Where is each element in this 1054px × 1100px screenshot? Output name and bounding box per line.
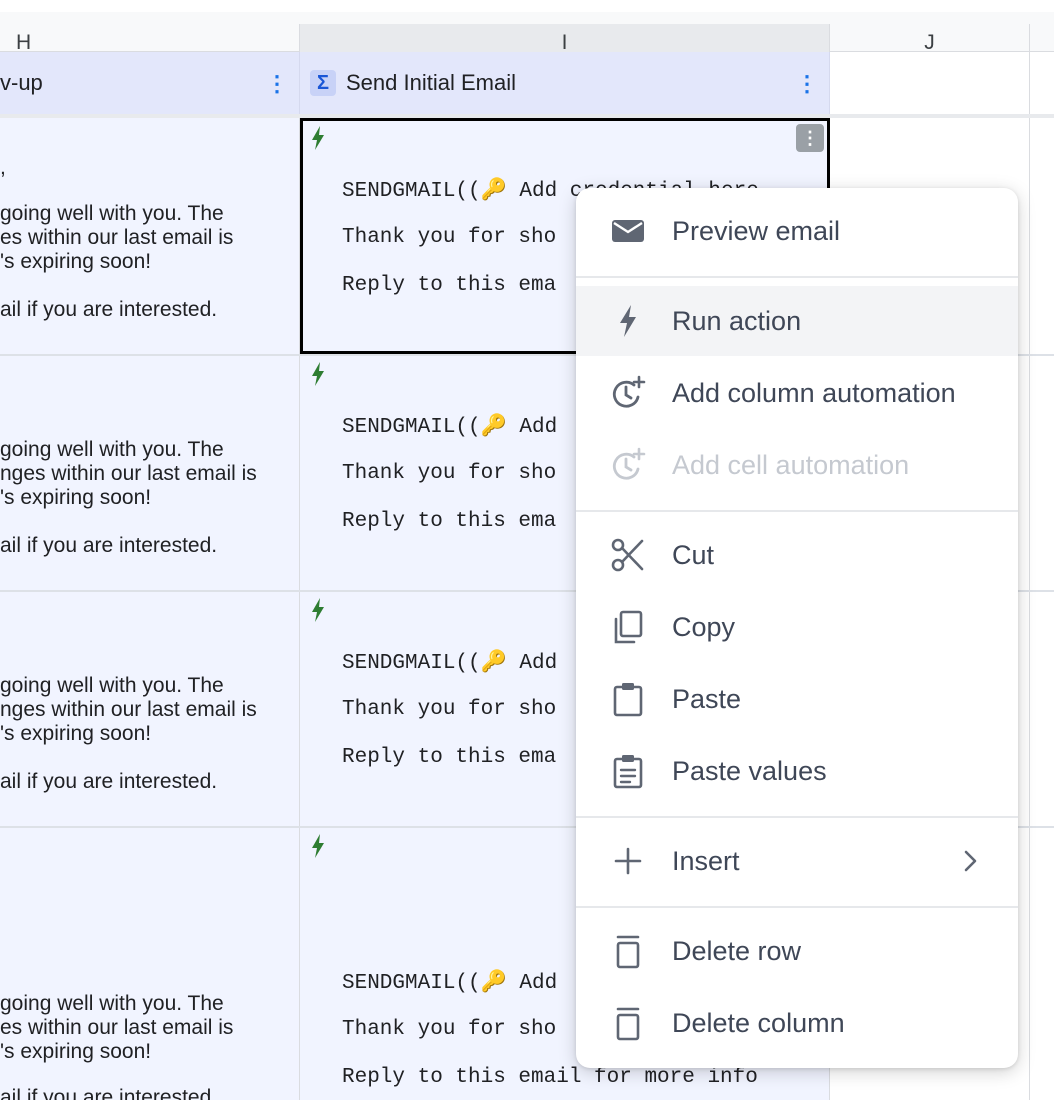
cell-text-line: going well with you. The xyxy=(0,202,224,225)
trash-icon xyxy=(616,1007,640,1041)
clock-plus-icon xyxy=(612,447,646,480)
copy-icon xyxy=(614,610,643,644)
menu-divider xyxy=(576,276,1018,278)
cell-h[interactable]: going well with you. The es within our l… xyxy=(0,828,300,1100)
lightning-icon xyxy=(312,598,324,622)
menu-item-label: Delete column xyxy=(672,1008,845,1038)
menu-item-label: Cut xyxy=(672,540,715,570)
column-menu-icon[interactable]: ⋮ xyxy=(266,72,288,96)
field-header-j[interactable] xyxy=(830,52,1030,114)
cell-text-line: es within our last email is xyxy=(0,226,234,249)
cell-text-line: nges within our last email is xyxy=(0,698,257,721)
menu-item-label: Add cell automation xyxy=(672,450,910,480)
cell-text-line: ail if you are interested. xyxy=(0,1086,218,1100)
field-label-i: Send Initial Email xyxy=(346,70,516,95)
scissors-icon xyxy=(611,538,644,572)
lightning-icon xyxy=(312,362,324,386)
cell-formula-line: SENDGMAIL((🔑 Add xyxy=(342,416,558,439)
cell-formula-line: SENDGMAIL((🔑 Add xyxy=(342,652,558,675)
clipboard-icon xyxy=(613,683,643,717)
menu-divider xyxy=(576,906,1018,908)
menu-item-run-action[interactable]: Run action xyxy=(576,286,1018,356)
menu-divider xyxy=(576,816,1018,818)
menu-item-label: Preview email xyxy=(672,216,841,246)
plus-icon xyxy=(614,847,642,875)
field-header-row: v-up ⋮ Σ Send Initial Email ⋮ xyxy=(0,52,1054,118)
cell-formula-line: Thank you for sho xyxy=(342,698,557,721)
formula-sigma-icon: Σ xyxy=(310,70,336,96)
menu-item-add-column-automation[interactable]: Add column automation xyxy=(576,358,1018,428)
cell-formula-line: Thank you for sho xyxy=(342,226,557,249)
cell-formula-line: Reply to this ema xyxy=(342,274,557,297)
cell-formula-line: Thank you for sho xyxy=(342,462,557,485)
menu-item-label: Run action xyxy=(672,306,802,336)
menu-item-delete-row[interactable]: Delete row xyxy=(576,916,1018,986)
cell-text-line: 's expiring soon! xyxy=(0,250,152,273)
cell-h[interactable]: , going well with you. The es within our… xyxy=(0,118,300,354)
cell-text-line: going well with you. The xyxy=(0,438,224,461)
cell-text-line: 's expiring soon! xyxy=(0,722,152,745)
menu-item-paste[interactable]: Paste xyxy=(576,664,1018,734)
menu-item-label: Add column automation xyxy=(672,378,956,408)
trash-icon xyxy=(616,935,640,969)
column-letter-bar: H I J xyxy=(0,0,1054,64)
menu-item-label: Paste xyxy=(672,684,742,714)
lightning-icon xyxy=(620,305,636,337)
envelope-icon xyxy=(612,220,644,242)
cell-formula-line: Reply to this email for more info xyxy=(342,1066,758,1089)
chevron-right-icon xyxy=(964,850,977,872)
menu-item-add-cell-automation: Add cell automation xyxy=(576,430,1018,500)
cell-h[interactable]: going well with you. The nges within our… xyxy=(0,356,300,590)
cell-h[interactable]: going well with you. The nges within our… xyxy=(0,592,300,826)
menu-divider xyxy=(576,510,1018,512)
clipboard-list-icon xyxy=(613,755,643,789)
context-menu: Preview email Run action Add column auto… xyxy=(576,188,1018,1068)
menu-item-insert[interactable]: Insert xyxy=(576,826,1018,896)
menu-item-preview-email[interactable]: Preview email xyxy=(576,196,1018,266)
cell-menu-icon[interactable]: ⋮ xyxy=(796,124,824,152)
lightning-icon xyxy=(312,834,324,858)
field-header-i[interactable]: Σ Send Initial Email ⋮ xyxy=(300,52,830,114)
cell-formula-line: Reply to this ema xyxy=(342,746,557,769)
field-label-h: v-up xyxy=(0,70,43,95)
cell-formula-line: Thank you for sho xyxy=(342,1018,557,1041)
cell-text-line: going well with you. The xyxy=(0,674,224,697)
cell-text-line: nges within our last email is xyxy=(0,462,257,485)
menu-item-cut[interactable]: Cut xyxy=(576,520,1018,590)
menu-item-paste-values[interactable]: Paste values xyxy=(576,736,1018,806)
cell-text-line: es within our last email is xyxy=(0,1016,234,1039)
cell-text-line: ail if you are interested. xyxy=(0,770,218,793)
menu-item-copy[interactable]: Copy xyxy=(576,592,1018,662)
menu-item-label: Delete row xyxy=(672,936,802,966)
cell-formula-line: SENDGMAIL((🔑 Add xyxy=(342,972,558,995)
cell-text-line: ail if you are interested. xyxy=(0,298,218,321)
menu-item-label: Copy xyxy=(672,612,736,642)
cell-text-line: , xyxy=(0,156,6,179)
lightning-icon xyxy=(312,126,324,150)
column-menu-icon[interactable]: ⋮ xyxy=(796,72,818,96)
cell-text-line: ail if you are interested. xyxy=(0,534,218,557)
field-header-h[interactable]: v-up ⋮ xyxy=(0,52,300,114)
cell-text-line: going well with you. The xyxy=(0,992,224,1015)
menu-item-label: Paste values xyxy=(672,756,827,786)
cell-text-line: 's expiring soon! xyxy=(0,1040,152,1063)
menu-item-label: Insert xyxy=(672,846,740,876)
clock-plus-icon xyxy=(612,375,646,408)
menu-item-delete-column[interactable]: Delete column xyxy=(576,988,1018,1058)
cell-text-line: 's expiring soon! xyxy=(0,486,152,509)
cell-formula-line: Reply to this ema xyxy=(342,510,557,533)
